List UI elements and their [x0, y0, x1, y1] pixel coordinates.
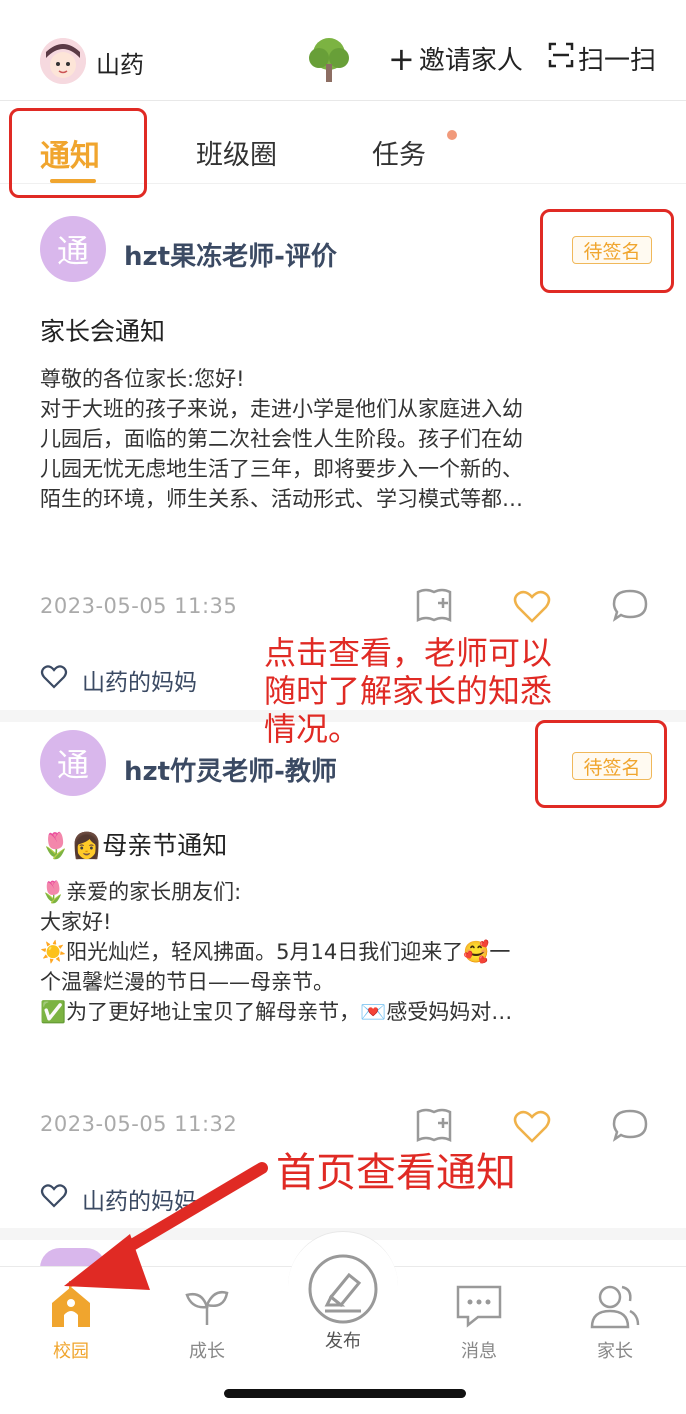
- home-indicator[interactable]: [224, 1389, 466, 1398]
- annotation-arrow: [64, 1162, 268, 1290]
